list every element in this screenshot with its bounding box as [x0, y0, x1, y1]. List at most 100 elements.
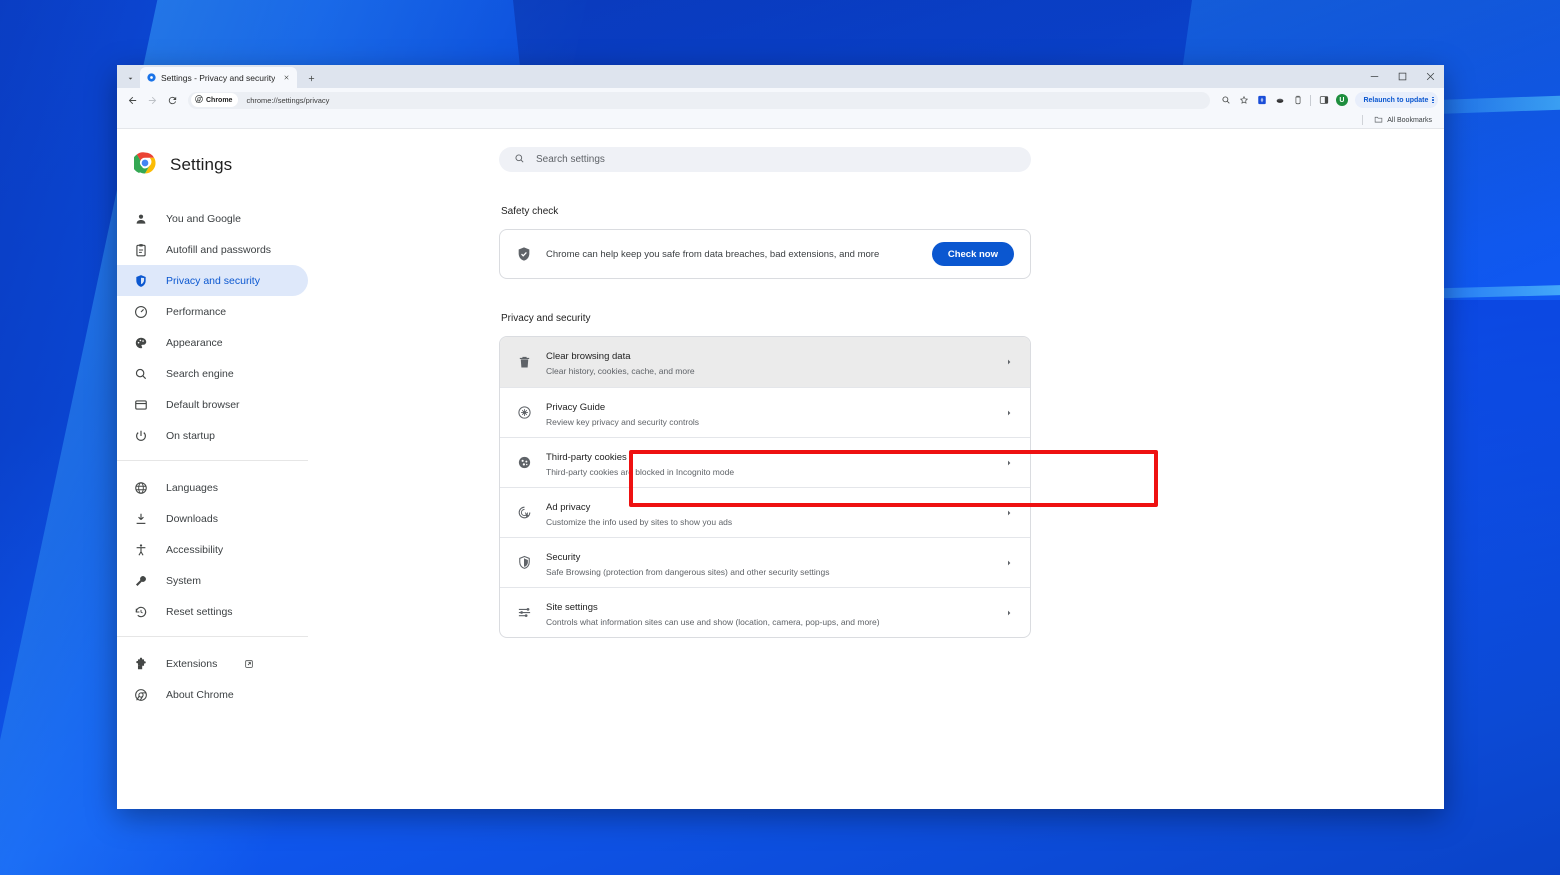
back-arrow-icon[interactable] [123, 91, 141, 109]
tab-search-chevron-icon[interactable] [120, 68, 140, 88]
row-text: Third-party cookies Third-party cookies … [546, 447, 990, 479]
sidebar-item-label: About Chrome [166, 688, 234, 701]
download-icon [134, 512, 148, 526]
zoom-search-icon[interactable] [1217, 92, 1234, 109]
row-ad-privacy[interactable]: Ad privacy Customize the info used by si… [500, 487, 1030, 537]
privacy-and-security-heading: Privacy and security [501, 313, 591, 324]
settings-nav: You and Google Autofill and passwords Pr… [117, 203, 382, 719]
person-icon [134, 212, 148, 226]
safety-check-heading: Safety check [501, 206, 559, 217]
row-privacy-guide[interactable]: Privacy Guide Review key privacy and sec… [500, 387, 1030, 437]
folder-icon [1374, 115, 1383, 126]
nav-group: You and Google Autofill and passwords Pr… [117, 203, 382, 460]
row-title: Privacy Guide [546, 401, 606, 413]
url-text: chrome://settings/privacy [246, 95, 330, 105]
forward-arrow-icon [143, 91, 161, 109]
sidebar-item-extensions[interactable]: Extensions [117, 648, 254, 679]
power-icon [134, 429, 148, 443]
minimize-button[interactable] [1360, 65, 1388, 88]
sidebar-item-label: Languages [166, 481, 218, 494]
chrome-logo-icon [132, 151, 156, 179]
avatar[interactable]: U [1333, 92, 1350, 109]
star-icon[interactable] [1235, 92, 1252, 109]
trash-icon [516, 354, 532, 370]
sidebar-item-label: Accessibility [166, 543, 224, 556]
relaunch-to-update-button[interactable]: Relaunch to update [1355, 92, 1438, 108]
settings-gear-icon [147, 73, 156, 82]
sidebar-item-label: On startup [166, 429, 216, 442]
chevron-right-icon [1004, 509, 1014, 517]
sidebar-item-downloads[interactable]: Downloads [117, 503, 234, 534]
chrome-menu-icon[interactable] [1432, 96, 1434, 104]
sidebar-item-label: Default browser [166, 398, 240, 411]
sidebar-item-you-and-google[interactable]: You and Google [117, 203, 308, 234]
row-security[interactable]: Security Safe Browsing (protection from … [500, 537, 1030, 587]
desktop-background: Settings - Privacy and security Chrome c… [0, 0, 1560, 875]
sidebar-item-about-chrome[interactable]: About Chrome [117, 679, 234, 710]
globe-icon [134, 481, 148, 495]
extension-password-icon[interactable] [1253, 92, 1270, 109]
sidebar-item-label: Appearance [166, 336, 223, 349]
side-panel-icon[interactable] [1315, 92, 1332, 109]
row-site-settings[interactable]: Site settings Controls what information … [500, 587, 1030, 637]
settings-page: Settings You and Google Autofill and pas… [117, 129, 1444, 809]
safety-check-card: Chrome can help keep you safe from data … [499, 229, 1031, 279]
sidebar-item-performance[interactable]: Performance [117, 296, 308, 327]
search-input[interactable]: Search settings [499, 147, 1031, 172]
sidebar-item-label: You and Google [166, 212, 241, 225]
sidebar-item-reset-settings[interactable]: Reset settings [117, 596, 234, 627]
close-window-button[interactable] [1416, 65, 1444, 88]
privacy-guide-icon [516, 405, 532, 421]
row-subtitle: Controls what information sites can use … [546, 616, 880, 627]
all-bookmarks-button[interactable]: All Bookmarks [1370, 113, 1436, 128]
sidebar-item-label: Performance [166, 305, 227, 318]
browser-tab[interactable]: Settings - Privacy and security [140, 67, 298, 88]
row-text: Clear browsing data Clear history, cooki… [546, 346, 990, 378]
sidebar-item-privacy-and-security[interactable]: Privacy and security [117, 265, 308, 296]
sidebar-item-label: Extensions [166, 657, 218, 670]
sidebar-item-autofill-and-passwords[interactable]: Autofill and passwords [117, 234, 308, 265]
nav-group: Extensions About Chrome [117, 636, 308, 719]
sidebar-item-languages[interactable]: Languages [117, 472, 234, 503]
row-title: Ad privacy [546, 501, 591, 513]
bookmarks-divider [1362, 115, 1364, 125]
browser-toolbar: Chrome chrome://settings/privacy U Relau… [117, 88, 1444, 112]
sidebar-item-label: Search engine [166, 367, 234, 380]
history-restore-icon [134, 605, 148, 619]
sidebar-item-label: Privacy and security [166, 274, 260, 287]
sidebar-item-label: Reset settings [166, 605, 233, 618]
address-bar[interactable]: Chrome chrome://settings/privacy [188, 91, 1211, 109]
maximize-button[interactable] [1388, 65, 1416, 88]
row-third-party-cookies[interactable]: Third-party cookies Third-party cookies … [500, 437, 1030, 487]
sidebar-item-accessibility[interactable]: Accessibility [117, 534, 234, 565]
browser-window-icon [134, 398, 148, 412]
row-subtitle: Customize the info used by sites to show… [546, 516, 733, 527]
safety-check-row: Chrome can help keep you safe from data … [500, 230, 1030, 278]
sidebar-item-on-startup[interactable]: On startup [117, 420, 308, 451]
sidebar-item-appearance[interactable]: Appearance [117, 327, 308, 358]
check-now-button[interactable]: Check now [931, 242, 1014, 266]
extension-outline-icon[interactable] [1289, 92, 1306, 109]
chrome-circle-icon [134, 688, 148, 702]
profile-initial: U [1335, 94, 1348, 106]
row-title: Third-party cookies [546, 451, 627, 463]
chevron-right-icon [1004, 358, 1014, 366]
sidebar-item-search-engine[interactable]: Search engine [117, 358, 308, 389]
puzzle-icon [134, 657, 148, 671]
row-subtitle: Clear history, cookies, cache, and more [546, 366, 695, 377]
row-clear-browsing-data[interactable]: Clear browsing data Clear history, cooki… [500, 337, 1030, 387]
sidebar-item-label: Downloads [166, 512, 218, 525]
new-tab-button[interactable] [302, 69, 320, 87]
privacy-settings-card: Clear browsing data Clear history, cooki… [499, 336, 1031, 638]
sidebar-item-default-browser[interactable]: Default browser [117, 389, 308, 420]
safety-check-message: Chrome can help keep you safe from data … [546, 248, 880, 260]
clipboard-icon [134, 243, 148, 257]
row-title: Site settings [546, 601, 598, 613]
extension-dark-icon[interactable] [1271, 92, 1288, 109]
reload-icon[interactable] [163, 91, 181, 109]
close-tab-icon[interactable] [280, 72, 292, 84]
sidebar-item-system[interactable]: System [117, 565, 234, 596]
external-link-icon[interactable] [244, 659, 254, 669]
accessibility-icon [134, 543, 148, 557]
cookie-icon [516, 455, 532, 471]
